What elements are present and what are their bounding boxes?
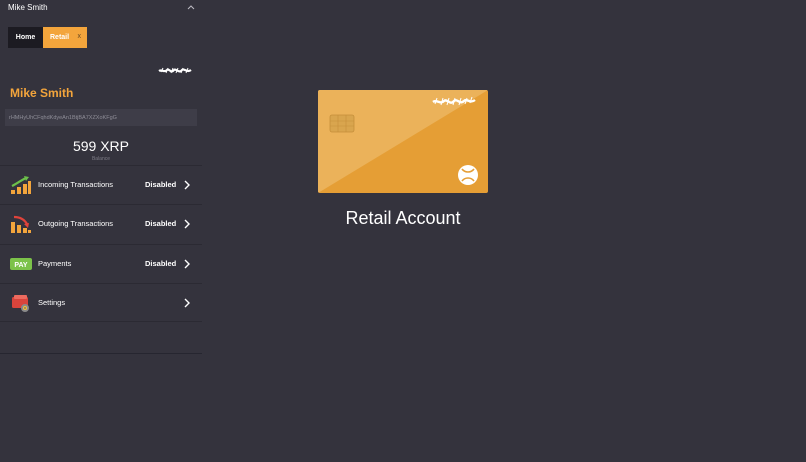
chevron-right-icon <box>184 259 190 269</box>
tab-retail[interactable]: Retail x <box>43 27 87 48</box>
menu-item-incoming-transactions[interactable]: Incoming Transactions Disabled <box>0 165 202 204</box>
tab-retail-label: Retail <box>50 34 70 41</box>
retail-account-card[interactable] <box>318 90 488 193</box>
outgoing-chart-icon <box>11 216 31 234</box>
account-title: Retail Account <box>345 208 461 228</box>
menu-item-payments[interactable]: PAY Payments Disabled <box>0 243 202 283</box>
signature-scribble <box>158 67 192 74</box>
menu-item-settings[interactable]: Settings <box>0 282 202 323</box>
chevron-up-icon[interactable] <box>186 3 196 11</box>
menu-item-outgoing-transactions[interactable]: Outgoing Transactions Disabled <box>0 204 202 243</box>
balance-label: Balance <box>91 156 111 162</box>
xrp-logo-icon <box>458 165 478 185</box>
menu-label-outgoing: Outgoing Transactions <box>38 219 114 229</box>
account-menu: Incoming Transactions Disabled Outgoing … <box>0 165 202 323</box>
tab-bar: Home Retail x <box>8 27 87 48</box>
chevron-right-icon <box>184 180 190 190</box>
header-user-name: Mike Smith <box>8 3 48 12</box>
chevron-right-icon <box>184 298 190 308</box>
tab-home-label: Home <box>15 34 36 41</box>
balance-value: 599 XRP <box>72 138 130 154</box>
tab-home[interactable]: Home <box>8 27 43 48</box>
sidebar: Mike Smith Home Retail x Mike Smith rHMH… <box>0 0 202 354</box>
tab-close-icon[interactable]: x <box>78 33 82 40</box>
menu-label-settings: Settings <box>38 297 66 307</box>
wallet-address[interactable]: rHMHyUhCFqhdKdyeAn1BtjBA7XZXoKFgG <box>5 109 197 126</box>
menu-label-payments: Payments <box>38 258 72 268</box>
status-payments: Disabled <box>145 258 177 268</box>
status-outgoing: Disabled <box>145 219 177 229</box>
chevron-right-icon <box>184 219 190 229</box>
profile-name: Mike Smith <box>10 86 74 100</box>
pay-icon-text: PAY <box>14 262 28 269</box>
card-graphic <box>318 90 488 193</box>
pay-icon: PAY <box>10 257 32 270</box>
settings-wallet-icon <box>12 294 29 312</box>
menu-label-incoming: Incoming Transactions <box>38 180 114 189</box>
top-bar: Mike Smith <box>0 0 202 16</box>
status-incoming: Disabled <box>145 180 177 189</box>
incoming-chart-icon <box>11 176 31 194</box>
